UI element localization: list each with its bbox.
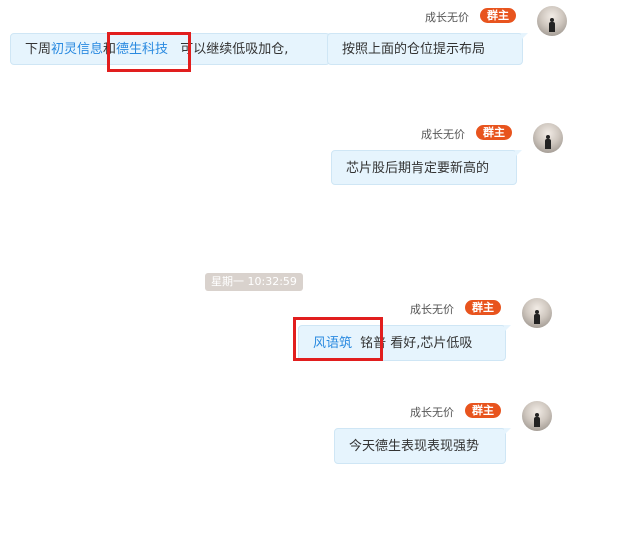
message-text: 可以继续低吸加仓, bbox=[180, 42, 289, 57]
message-text: 下周 bbox=[25, 42, 52, 57]
message-bubble[interactable]: 按照上面的仓位提示布局 bbox=[327, 33, 528, 65]
message-text: 按照上面的仓位提示布局 bbox=[342, 42, 486, 57]
avatar[interactable] bbox=[537, 6, 567, 36]
avatar[interactable] bbox=[533, 123, 563, 153]
avatar[interactable] bbox=[522, 401, 552, 431]
role-badge: 群主 bbox=[480, 8, 516, 23]
timestamp: 星期一 10:32:59 bbox=[205, 273, 303, 291]
message-text: 芯片股后期肯定要新高的 bbox=[346, 161, 490, 176]
highlight-box bbox=[107, 32, 191, 72]
message-group: 成长无价 群主 今天德生表现表现强势 bbox=[0, 398, 633, 468]
message-bubble[interactable]: 芯片股后期肯定要新高的 bbox=[331, 150, 522, 185]
highlight-box bbox=[293, 317, 383, 361]
sender-name[interactable]: 成长无价 bbox=[410, 404, 454, 420]
message-bubble[interactable]: 今天德生表现表现强势 bbox=[334, 428, 511, 464]
stock-link[interactable]: 初灵信息 bbox=[51, 42, 103, 57]
role-badge: 群主 bbox=[476, 125, 512, 140]
message-group: 成长无价 群主 下周初灵信息和德生科技 可以继续低吸加仓, 按照上面的仓位提示布… bbox=[0, 0, 633, 80]
sender-name[interactable]: 成长无价 bbox=[410, 301, 454, 317]
message-text: 今天德生表现表现强势 bbox=[349, 439, 480, 454]
role-badge: 群主 bbox=[465, 403, 501, 418]
message-group: 成长无价 群主 芯片股后期肯定要新高的 bbox=[0, 120, 633, 190]
avatar[interactable] bbox=[522, 298, 552, 328]
role-badge: 群主 bbox=[465, 300, 501, 315]
sender-name[interactable]: 成长无价 bbox=[425, 9, 469, 25]
message-group: 成长无价 群主 风语筑 铭普 看好,芯片低吸 bbox=[0, 295, 633, 375]
sender-name[interactable]: 成长无价 bbox=[421, 126, 465, 142]
